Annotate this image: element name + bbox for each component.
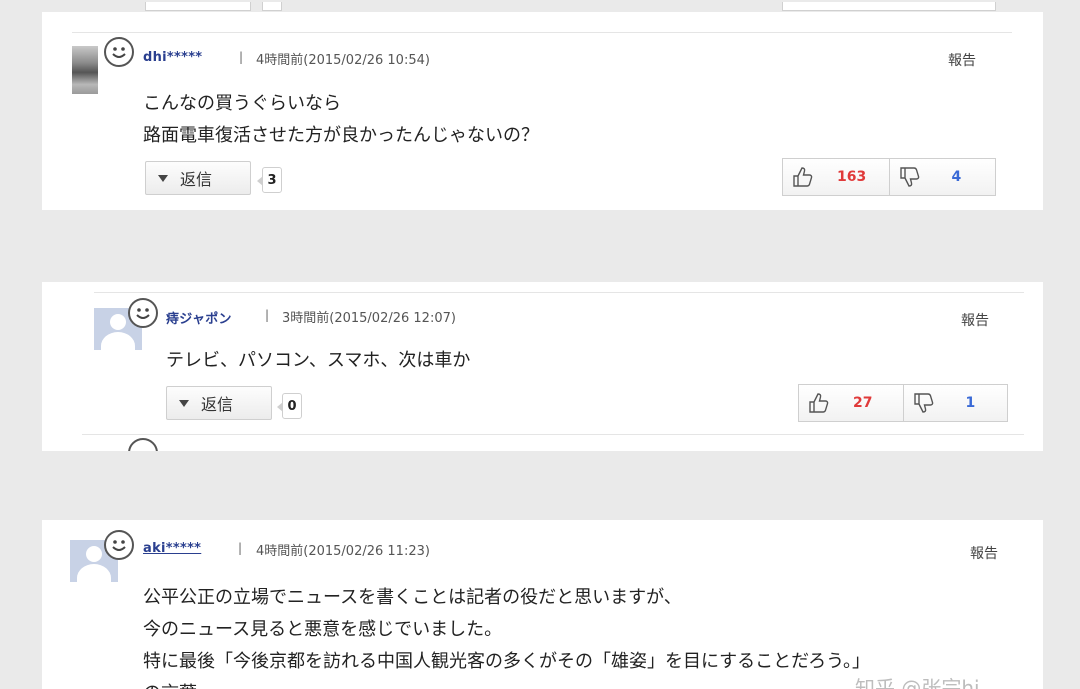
smile-icon bbox=[104, 37, 134, 67]
comment-line: 路面電車復活させた方が良かったんじゃないの？ bbox=[143, 125, 539, 146]
vote-box: 163 4 bbox=[782, 158, 996, 196]
avatar-body bbox=[101, 332, 135, 350]
comment-card-2: 痔ジャポン | 3時間前(2015/02/26 12:07) 報告 テレビ、パソ… bbox=[42, 282, 1043, 451]
avatar-body bbox=[77, 564, 111, 582]
good-count: 27 bbox=[853, 395, 873, 411]
good-count: 163 bbox=[837, 169, 867, 185]
triangle-down-icon bbox=[179, 399, 189, 407]
reply-button[interactable]: 返信 bbox=[145, 161, 251, 195]
reply-label: 返信 bbox=[201, 395, 234, 414]
reply-button[interactable]: 返信 bbox=[166, 386, 272, 420]
comment-body: こんなの買うぐらいなら 路面電車復活させた方が良かったんじゃないの？ bbox=[143, 88, 539, 152]
smile-icon bbox=[128, 298, 158, 328]
watermark: 知乎 @张宗hi bbox=[855, 676, 980, 689]
avatar-head bbox=[86, 546, 102, 562]
comment-line: テレビ、パソコン、スマホ、次は車か bbox=[166, 350, 471, 371]
divider bbox=[82, 434, 1024, 435]
reply-count: 3 bbox=[257, 167, 282, 193]
previous-count-edge bbox=[262, 2, 282, 11]
timestamp: 3時間前(2015/02/26 12:07) bbox=[282, 311, 456, 326]
separator: | bbox=[238, 541, 243, 555]
comment-body: 公平公正の立場でニュースを書くことは記者の役だと思いますが、 今のニュース見ると… bbox=[143, 582, 870, 689]
comment-line: こんなの買うぐらいなら bbox=[143, 93, 341, 114]
comment-line: 今のニュース見ると悪意を感じでいました。 bbox=[143, 619, 503, 640]
bad-count: 4 bbox=[951, 169, 962, 185]
triangle-down-icon bbox=[158, 174, 168, 182]
thumbs-down-icon bbox=[899, 167, 919, 187]
username[interactable]: aki***** bbox=[143, 541, 201, 556]
comment-card-3: aki***** | 4時間前(2015/02/26 11:23) 報告 公平公… bbox=[42, 520, 1043, 689]
comment-line: 特に最後「今後京都を訪れる中国人観光客の多くがその「雄姿」を目にすることだろう。… bbox=[143, 651, 871, 672]
avatar-head bbox=[110, 314, 126, 330]
username[interactable]: 痔ジャポン bbox=[166, 308, 232, 327]
comment-line: の言葉 bbox=[143, 678, 870, 689]
good-button[interactable]: 163 bbox=[783, 159, 889, 195]
timestamp: 4時間前(2015/02/26 10:54) bbox=[256, 53, 430, 68]
comment-card-1: dhi***** | 4時間前(2015/02/26 10:54) 報告 こんな… bbox=[42, 12, 1043, 210]
comments-page: dhi***** | 4時間前(2015/02/26 10:54) 報告 こんな… bbox=[0, 0, 1080, 689]
thumbs-up-icon bbox=[809, 393, 829, 413]
report-link[interactable]: 報告 bbox=[970, 543, 998, 563]
report-link[interactable]: 報告 bbox=[948, 50, 976, 70]
divider bbox=[94, 292, 1024, 293]
bad-count: 1 bbox=[965, 395, 976, 411]
good-button[interactable]: 27 bbox=[799, 385, 903, 421]
smile-icon bbox=[128, 438, 158, 451]
separator: | bbox=[239, 50, 244, 64]
avatar[interactable] bbox=[72, 46, 98, 94]
vote-box: 27 1 bbox=[798, 384, 1008, 422]
bad-button[interactable]: 1 bbox=[902, 385, 1008, 421]
reply-count: 0 bbox=[277, 393, 302, 419]
thumbs-down-icon bbox=[913, 393, 933, 413]
previous-vote-edge[interactable] bbox=[782, 2, 996, 11]
separator: | bbox=[265, 308, 270, 322]
username[interactable]: dhi***** bbox=[143, 50, 202, 65]
bad-button[interactable]: 4 bbox=[888, 159, 996, 195]
divider bbox=[72, 32, 1012, 33]
reply-label: 返信 bbox=[180, 170, 213, 189]
comment-line: 公平公正の立場でニュースを書くことは記者の役だと思いますが、 bbox=[143, 587, 682, 608]
thumbs-up-icon bbox=[793, 167, 813, 187]
smile-icon bbox=[104, 530, 134, 560]
comment-body: テレビ、パソコン、スマホ、次は車か bbox=[166, 345, 470, 377]
report-link[interactable]: 報告 bbox=[961, 310, 989, 330]
timestamp: 4時間前(2015/02/26 11:23) bbox=[256, 544, 430, 559]
previous-reply-button-edge[interactable] bbox=[145, 2, 251, 11]
